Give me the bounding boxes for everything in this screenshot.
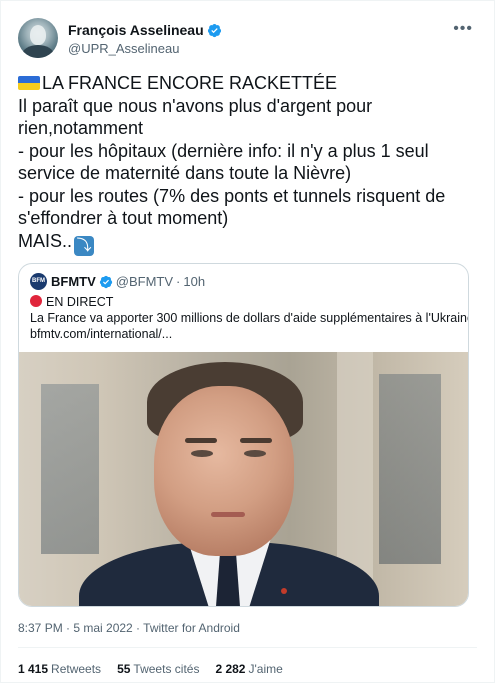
author-names: François Asselineau @UPR_Asselineau (68, 22, 222, 57)
live-label: EN DIRECT (46, 295, 114, 309)
quoted-text: La France va apporter 300 millions de do… (30, 311, 469, 325)
quoted-tweet-photo[interactable] (19, 352, 468, 606)
author-handle[interactable]: @UPR_Asselineau (68, 40, 222, 57)
tweet-line-text: MAIS.. (18, 230, 73, 251)
quoted-author-name[interactable]: BFMTV (51, 274, 96, 290)
photo-eyebrow (240, 438, 272, 443)
photo-background-window (41, 384, 99, 554)
quoted-link[interactable]: bfmtv.com/international/... (30, 326, 460, 342)
tweet-line: - pour les hôpitaux (dernière info: il n… (18, 140, 429, 161)
tweet-line: rien,notamment (18, 118, 144, 138)
tweet-metadata[interactable]: 8:37 PM · 5 mai 2022 · Twitter for Andro… (18, 620, 240, 636)
tweet-header: François Asselineau @UPR_Asselineau ••• (18, 18, 477, 62)
tweet-stats: 1 415 Retweets 55 Tweets cités 2 282 J'aime (18, 661, 283, 677)
arrow-down-emoji-icon: ⤵ (74, 235, 95, 256)
retweets-label: Retweets (51, 662, 102, 676)
tweet-card: François Asselineau @UPR_Asselineau ••• … (0, 0, 495, 683)
photo-eyebrow (185, 438, 217, 443)
photo-mouth (211, 512, 245, 517)
author-display-name[interactable]: François Asselineau (68, 22, 222, 39)
quoted-tweet-body: EN DIRECT La France va apporter 300 mill… (30, 294, 469, 342)
verified-badge-icon (99, 275, 112, 288)
quotes-count: 55 (117, 662, 131, 676)
tweet-line-text: LA FRANCE ENCORE RACKETTÉE (42, 73, 338, 93)
live-row: EN DIRECT (30, 294, 460, 310)
tweet-line: MAIS.. ⤵ (18, 230, 483, 256)
likes-stat[interactable]: 2 282 J'aime (215, 661, 282, 677)
tweet-line: service de maternité dans toute la Nièvr… (18, 163, 352, 183)
divider (18, 647, 477, 648)
photo-lapel-pin (281, 588, 287, 594)
quoted-tweet-header: BFM TV BFMTV @BFMTV · 10h (30, 273, 205, 301)
quoted-separator: · (176, 273, 181, 289)
live-dot-icon (30, 295, 42, 307)
tweet-line: LA FRANCE ENCORE RACKETTÉE (18, 72, 483, 95)
author-avatar[interactable] (18, 18, 58, 58)
avatar-shoulders (22, 45, 54, 58)
verified-badge-icon (207, 23, 221, 38)
photo-background-window (379, 374, 441, 564)
bfmtv-logo: BFM TV (30, 273, 47, 301)
tweet-text: LA FRANCE ENCORE RACKETTÉE Il paraît que… (18, 72, 483, 256)
retweets-stat[interactable]: 1 415 Retweets (18, 661, 101, 677)
retweets-count: 1 415 (18, 662, 49, 676)
quote-tweets-stat[interactable]: 55 Tweets cités (117, 661, 199, 677)
author-name-text[interactable]: François Asselineau (68, 22, 204, 39)
quoted-tweet[interactable]: BFM TV BFMTV @BFMTV · 10h EN DIRECT La F… (18, 263, 469, 607)
photo-eye (244, 450, 266, 457)
likes-label: J'aime (248, 662, 283, 676)
photo-eye (191, 450, 213, 457)
tweet-line: - pour les routes (7% des ponts et tunne… (18, 185, 446, 206)
photo-face (154, 386, 294, 556)
tweet-line: Il paraît que nous n'avons plus d'argent… (18, 95, 373, 116)
ukraine-flag-icon (18, 76, 40, 90)
more-options-icon[interactable]: ••• (453, 21, 473, 37)
tweet-line: s'effondrer à tout moment) (18, 208, 229, 228)
quoted-timestamp[interactable]: 10h (183, 274, 205, 290)
likes-count: 2 282 (215, 662, 246, 676)
avatar-face (30, 25, 46, 45)
quotes-label: Tweets cités (133, 662, 200, 676)
quoted-author-handle[interactable]: @BFMTV (116, 274, 173, 290)
